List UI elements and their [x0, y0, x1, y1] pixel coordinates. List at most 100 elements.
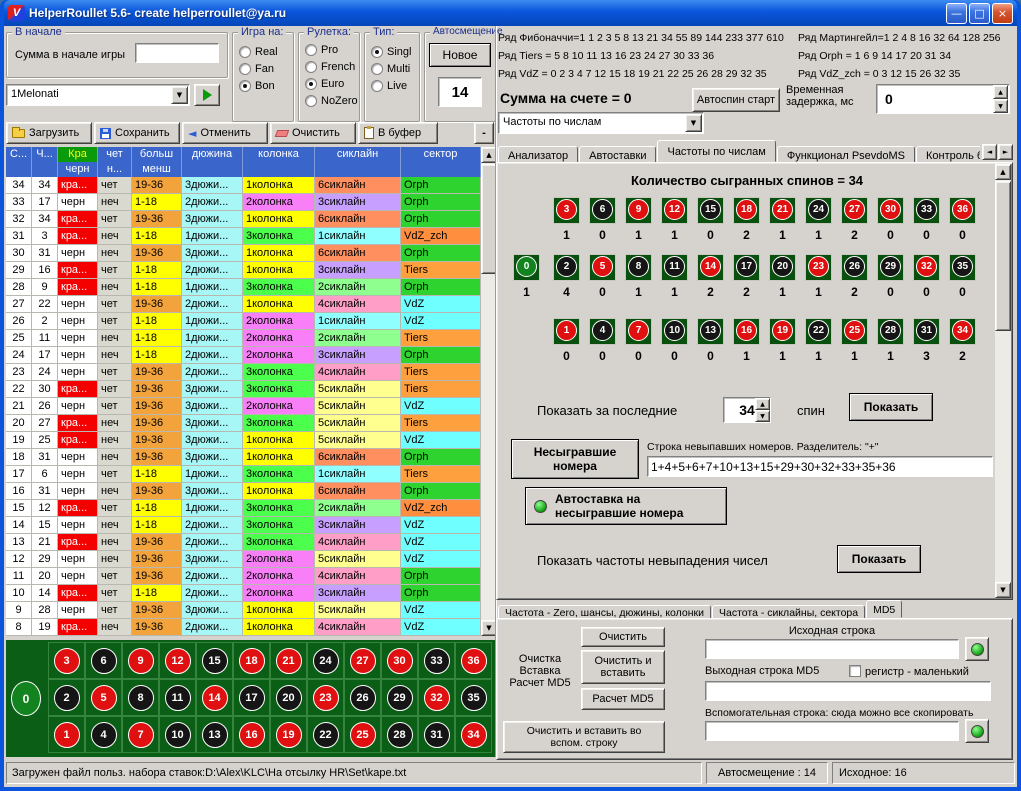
md5-source-led-button[interactable] — [965, 637, 989, 661]
board-number-19[interactable]: 19 — [270, 716, 307, 753]
board-number-6[interactable]: 6 — [85, 642, 122, 679]
column-header[interactable]: дюжина — [182, 147, 243, 177]
freq-number-28[interactable]: 28 — [877, 318, 904, 345]
table-row[interactable]: 1925кра...неч19-363дюжи...1колонка5сикла… — [6, 432, 497, 449]
load-button[interactable]: Загрузить — [6, 122, 92, 144]
freq-number-35[interactable]: 35 — [949, 254, 976, 281]
tab-Автоставки[interactable]: Автоставки — [579, 146, 656, 162]
board-number-22[interactable]: 22 — [307, 716, 344, 753]
undo-button[interactable]: ◄Отменить — [182, 122, 268, 144]
table-row[interactable]: 3434кра...чет19-363дюжи...1колонка6сикла… — [6, 177, 497, 194]
radio-Multi[interactable]: Multi — [365, 60, 419, 77]
board-number-8[interactable]: 8 — [122, 679, 159, 716]
board-number-10[interactable]: 10 — [159, 716, 196, 753]
md5-aux-led-button[interactable] — [965, 719, 989, 743]
chevron-down-icon[interactable]: ▼ — [685, 114, 702, 132]
tab-scroll-right-button[interactable]: ► — [998, 144, 1013, 160]
panel-scrollbar[interactable]: ▲ ▼ — [995, 164, 1011, 598]
board-number-3[interactable]: 3 — [48, 642, 85, 679]
board-number-34[interactable]: 34 — [455, 716, 492, 753]
spin-up-icon[interactable]: ▲ — [755, 398, 770, 410]
freq-number-29[interactable]: 29 — [877, 254, 904, 281]
chevron-down-icon[interactable]: ▼ — [171, 86, 188, 104]
radio-Real[interactable]: Real — [233, 43, 293, 60]
radio-Bon[interactable]: Bon — [233, 77, 293, 94]
freq-number-12[interactable]: 12 — [661, 197, 688, 224]
board-number-30[interactable]: 30 — [381, 642, 418, 679]
table-row[interactable]: 1415черннеч1-182дюжи...3колонка3сиклайнV… — [6, 517, 497, 534]
tab-Анализатор[interactable]: Анализатор — [498, 146, 578, 162]
table-row[interactable]: 3031черннеч19-363дюжи...1колонка6сиклайн… — [6, 245, 497, 262]
board-number-27[interactable]: 27 — [344, 642, 381, 679]
radio-Live[interactable]: Live — [365, 77, 419, 94]
board-number-1[interactable]: 1 — [48, 716, 85, 753]
delay-spinner-arrows[interactable]: ▲▼ — [993, 85, 1008, 113]
md5-calc-button[interactable]: Расчет MD5 — [581, 688, 665, 710]
column-header[interactable]: большменш — [132, 147, 182, 177]
board-number-7[interactable]: 7 — [122, 716, 159, 753]
board-number-13[interactable]: 13 — [196, 716, 233, 753]
mode-select[interactable]: Частоты по числам ▼ — [498, 112, 704, 134]
tab-scroll-left-button[interactable]: ◄ — [982, 144, 997, 160]
freq-number-26[interactable]: 26 — [841, 254, 868, 281]
board-number-28[interactable]: 28 — [381, 716, 418, 753]
show-last-button[interactable]: Показать — [849, 393, 933, 421]
board-number-17[interactable]: 17 — [233, 679, 270, 716]
tab-Функционал PsevdoMS[interactable]: Функционал PsevdoMS — [777, 146, 915, 162]
column-header[interactable]: сиклайн — [315, 147, 401, 177]
freq-number-9[interactable]: 9 — [625, 197, 652, 224]
board-number-24[interactable]: 24 — [307, 642, 344, 679]
board-number-4[interactable]: 4 — [85, 716, 122, 753]
checkbox-icon[interactable] — [849, 665, 861, 677]
column-header[interactable]: С... — [6, 147, 32, 177]
freq-number-17[interactable]: 17 — [733, 254, 760, 281]
clear-button[interactable]: Очистить — [270, 122, 356, 144]
freq-number-24[interactable]: 24 — [805, 197, 832, 224]
board-number-0[interactable]: 0 — [11, 681, 41, 716]
board-number-12[interactable]: 12 — [159, 642, 196, 679]
preset-select[interactable]: 1Melonati ▼ — [6, 84, 190, 106]
board-number-9[interactable]: 9 — [122, 642, 159, 679]
board-number-15[interactable]: 15 — [196, 642, 233, 679]
unplayed-string-input[interactable] — [647, 456, 993, 477]
table-row[interactable]: 928чернчет19-363дюжи...1колонка5сиклайнV… — [6, 602, 497, 619]
save-button[interactable]: Сохранить — [94, 122, 180, 144]
freq-number-7[interactable]: 7 — [625, 318, 652, 345]
copy-buffer-button[interactable]: В буфер — [358, 122, 438, 144]
miss-freq-show-button[interactable]: Показать — [837, 545, 921, 573]
spin-down-icon[interactable]: ▼ — [755, 410, 770, 422]
freq-number-13[interactable]: 13 — [697, 318, 724, 345]
tab-MD5[interactable]: MD5 — [866, 600, 902, 618]
freq-number-25[interactable]: 25 — [841, 318, 868, 345]
autobet-unplayed-button[interactable]: Автоставка на несыгравшие номера — [525, 487, 727, 525]
freq-number-10[interactable]: 10 — [661, 318, 688, 345]
autospin-start-button[interactable]: Автоспин старт — [692, 88, 780, 112]
table-row[interactable]: 1321кра...неч19-362дюжи...3колонка4сикла… — [6, 534, 497, 551]
freq-number-34[interactable]: 34 — [949, 318, 976, 345]
table-row[interactable]: 3317черннеч1-182дюжи...2колонка3сиклайнO… — [6, 194, 497, 211]
table-row[interactable]: 289кра...неч1-181дюжи...3колонка2сиклайн… — [6, 279, 497, 296]
table-row[interactable]: 2230кра...чет19-363дюжи...3колонка5сикла… — [6, 381, 497, 398]
radio-Euro[interactable]: Euro — [299, 75, 359, 92]
board-number-14[interactable]: 14 — [196, 679, 233, 716]
radio-Fan[interactable]: Fan — [233, 60, 293, 77]
table-row[interactable]: 2916кра...чет1-182дюжи...1колонка3сиклай… — [6, 262, 497, 279]
freq-number-8[interactable]: 8 — [625, 254, 652, 281]
board-number-11[interactable]: 11 — [159, 679, 196, 716]
scroll-down-button[interactable]: ▼ — [995, 582, 1011, 598]
board-number-20[interactable]: 20 — [270, 679, 307, 716]
freq-number-4[interactable]: 4 — [589, 318, 616, 345]
autoshift-new-button[interactable]: Новое — [429, 43, 491, 67]
tab-Частоты по числам[interactable]: Частоты по числам — [657, 140, 775, 162]
table-row[interactable]: 2722чернчет19-362дюжи...1колонка4сиклайн… — [6, 296, 497, 313]
freq-number-23[interactable]: 23 — [805, 254, 832, 281]
table-row[interactable]: 2417черннеч1-182дюжи...2колонка3сиклайнO… — [6, 347, 497, 364]
freq-number-3[interactable]: 3 — [553, 197, 580, 224]
board-number-36[interactable]: 36 — [455, 642, 492, 679]
board-number-35[interactable]: 35 — [455, 679, 492, 716]
md5-out-input[interactable] — [705, 681, 991, 701]
minus-button[interactable]: - — [474, 122, 494, 144]
board-number-26[interactable]: 26 — [344, 679, 381, 716]
freq-number-19[interactable]: 19 — [769, 318, 796, 345]
board-number-16[interactable]: 16 — [233, 716, 270, 753]
